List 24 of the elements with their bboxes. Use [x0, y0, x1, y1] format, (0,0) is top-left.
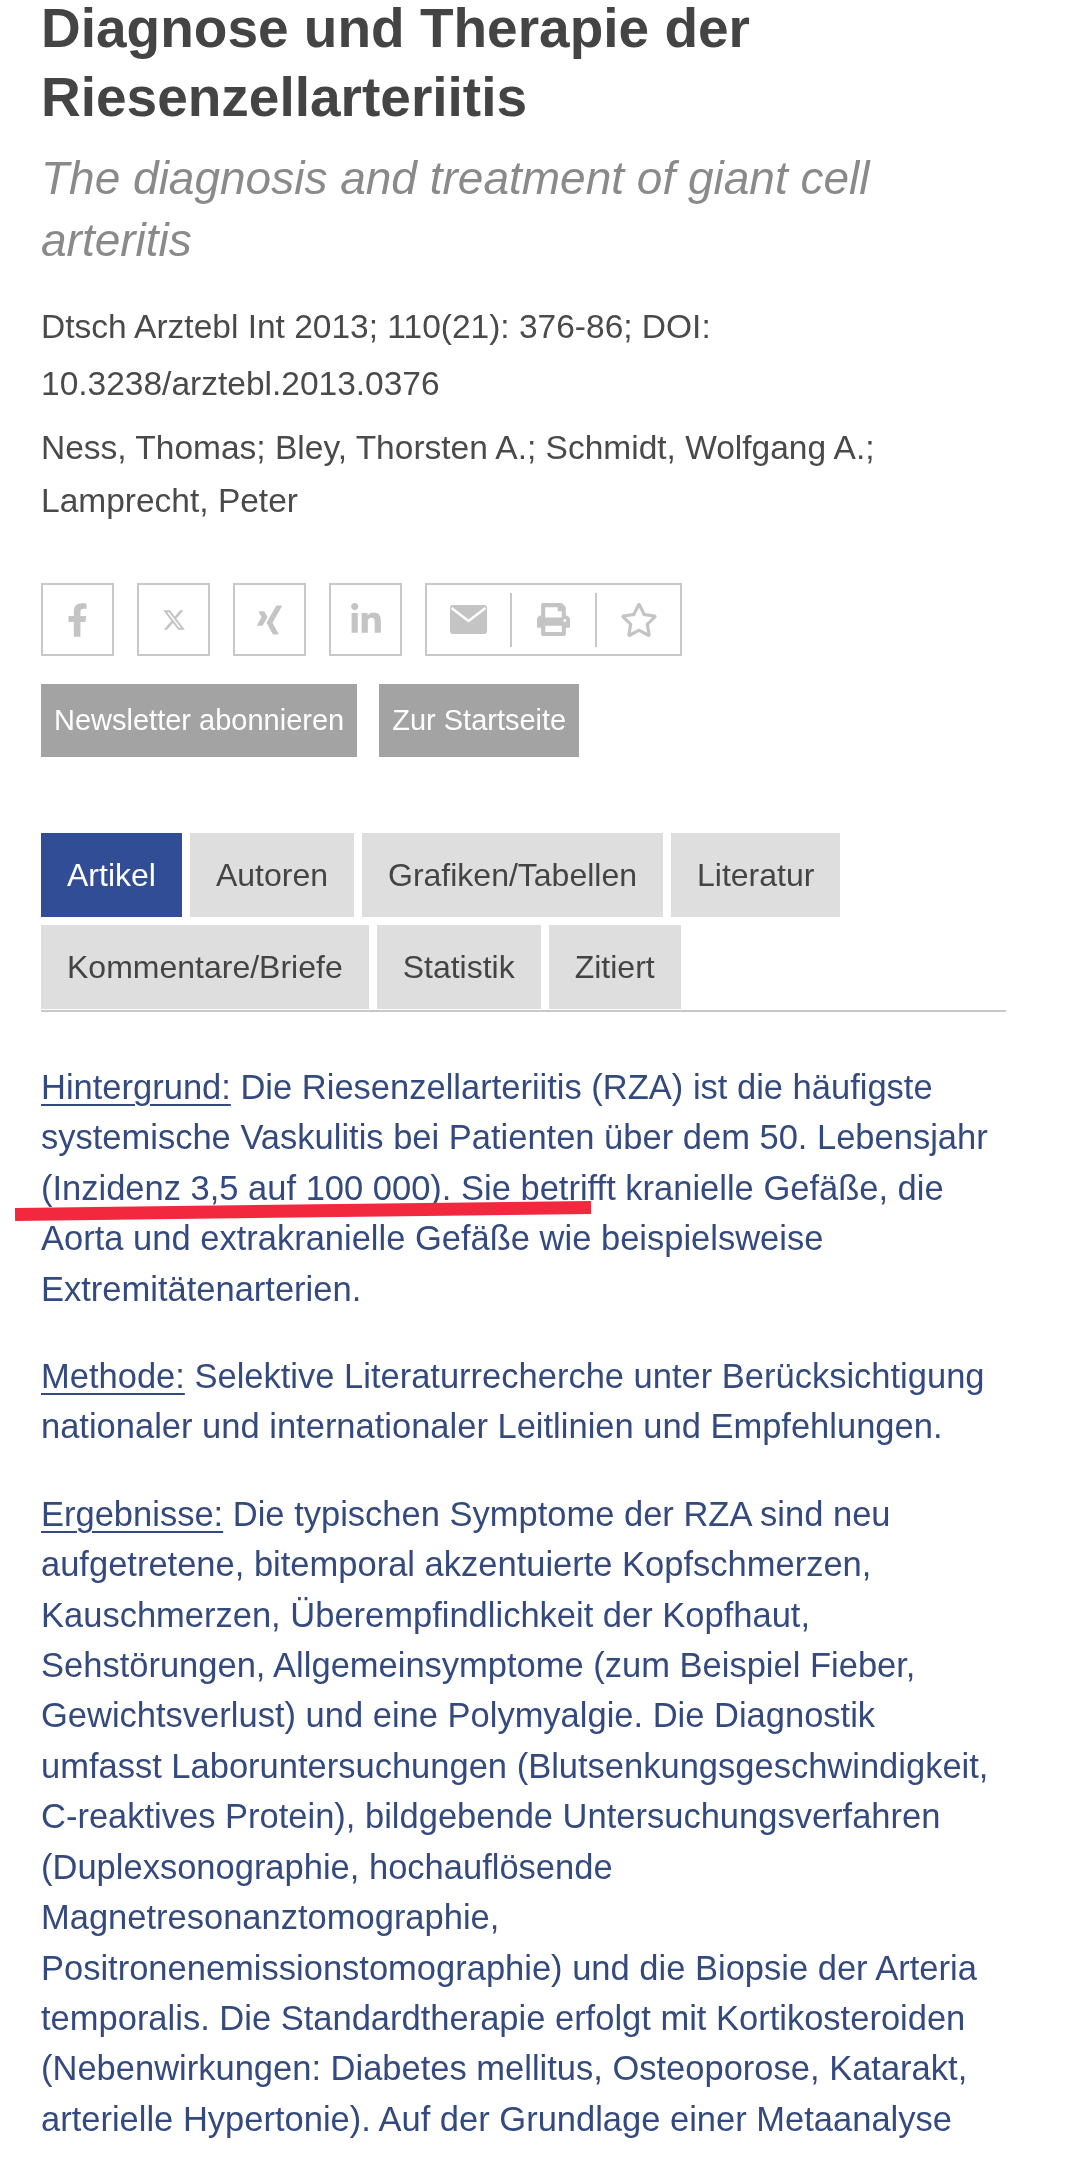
tab[interactable]: Grafiken/Tabellen	[362, 833, 663, 917]
tab[interactable]: Artikel	[41, 833, 182, 917]
facebook-share-button[interactable]	[41, 583, 114, 656]
x-logo-icon	[161, 607, 186, 632]
author-list: Ness, Thomas; Bley, Thorsten A.; Schmidt, Wolfgang A.; Lamprecht, Peter	[41, 421, 1041, 527]
tab[interactable]: Statistik	[376, 925, 541, 1009]
x-share-button[interactable]	[137, 583, 210, 656]
xing-icon	[257, 602, 282, 637]
abstract-paragraph: Ergebnisse: Die typischen Symptome der RZA sind neu aufgetretene, bitemporal akzentuierte Kopfschmerzen, Kauschmerzen, Überempfindlichkeit der Kopfhaut, Sehstörungen, Allgemeinsymptome (zum Beispiel Fieber, Gewichtsverlust) und eine Polymyalgie. Die Diagnostik umfasst Laboruntersuchungen (Blutsenkungsgeschwindigkeit, C-reaktives Protein), bildgebende Untersuchungsverfahren (Duplexsonographie, hochauflösende Magnetresonanztomographie, Positronenemissionstomographie) und die Biopsie der Arteria temporalis. Die Standardtherapie erfolgt mit Kortikosteroiden (Nebenwirkungen: Diabetes mellitus, Osteoporose, Katarakt, arterielle Hypertonie). Auf der Grundlage einer Metaanalyse	[41, 1493, 990, 2140]
article-title: Diagnose und Therapie der Riesenzellarteriitis	[41, 0, 751, 130]
printer-icon	[537, 603, 570, 636]
linkedin-share-button[interactable]	[329, 583, 402, 656]
abstract-paragraph: Hintergrund: Die Riesenzellarteriitis (RZA) ist die häufigste systemische Vaskulitis bei Patienten über dem 50. Lebensjahr (Inzidenz 3,5 auf 100 000). Sie betrifft kranielle Gefäße, die Aorta und extrakranielle Gefäße wie beispielsweise Extremitätenarterien.	[41, 1062, 1003, 1315]
tab[interactable]: Kommentare/Briefe	[41, 925, 369, 1009]
envelope-icon	[450, 605, 487, 634]
facebook-icon	[67, 602, 88, 637]
tab[interactable]: Zitiert	[548, 925, 681, 1009]
tab[interactable]: Autoren	[189, 833, 354, 917]
star-icon	[619, 602, 658, 637]
article-subtitle: The diagnosis and treatment of giant cell arteritis	[41, 151, 872, 268]
tab[interactable]: Literatur	[671, 833, 841, 917]
xing-share-button[interactable]	[233, 583, 306, 656]
citation-text: Dtsch Arztebl Int 2013; 110(21): 376-86; DOI: 10.3238/arztebl.2013.0376	[41, 307, 712, 404]
abstract-paragraph: Methode: Selektive Literaturrecherche unter Berücksichtigung nationaler und internationaler Leitlinien und Empfehlungen.	[41, 1356, 986, 1448]
